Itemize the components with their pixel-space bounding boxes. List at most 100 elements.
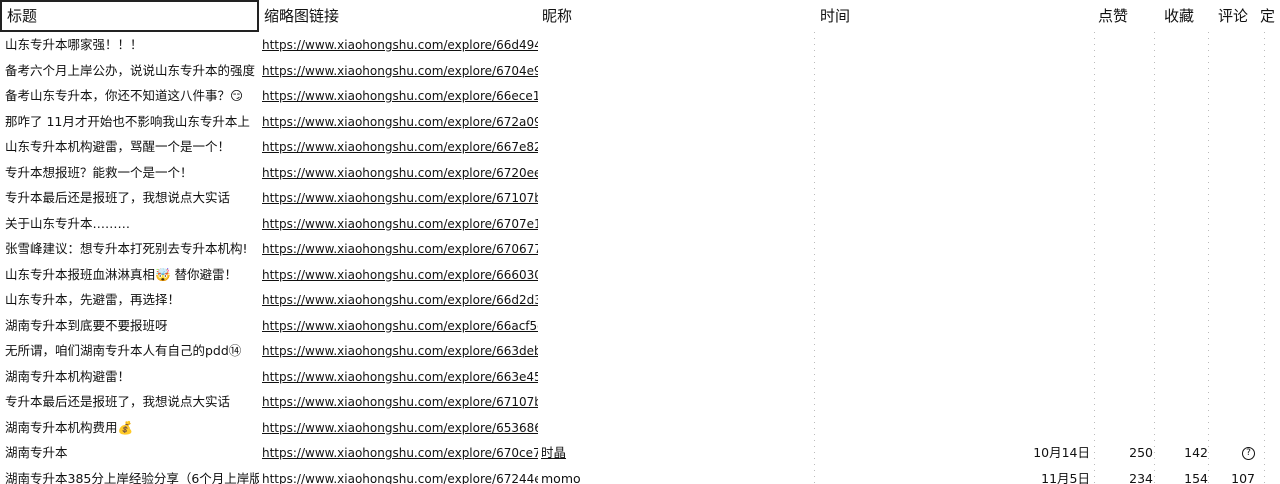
cell-nickname[interactable] — [541, 313, 811, 339]
cell-time[interactable] — [816, 364, 1090, 390]
cell-likes[interactable] — [1095, 364, 1153, 390]
cell-favorites[interactable] — [1158, 134, 1208, 160]
cell-favorites[interactable] — [1158, 109, 1208, 135]
thumbnail-link[interactable]: https://www.xiaohongshu.com/explore/663e… — [262, 370, 538, 384]
cell-comments[interactable] — [1210, 185, 1255, 211]
cell-favorites[interactable] — [1158, 262, 1208, 288]
cell-time[interactable] — [816, 262, 1090, 288]
cell-title[interactable]: 那咋了 11月才开始也不影响我山东专升本上 — [5, 109, 259, 135]
cell-likes[interactable]: 234 — [1095, 466, 1153, 484]
header-more[interactable]: 定 — [1254, 0, 1280, 32]
thumbnail-link[interactable]: https://www.xiaohongshu.com/explore/6720… — [262, 166, 538, 180]
cell-comments[interactable] — [1210, 32, 1255, 58]
cell-likes[interactable] — [1095, 58, 1153, 84]
cell-likes[interactable] — [1095, 262, 1153, 288]
cell-time[interactable] — [816, 160, 1090, 186]
cell-nickname[interactable] — [541, 83, 811, 109]
cell-likes[interactable] — [1095, 32, 1153, 58]
thumbnail-link[interactable]: https://www.xiaohongshu.com/explore/6660… — [262, 268, 538, 282]
cell-favorites[interactable] — [1158, 185, 1208, 211]
cell-link[interactable]: https://www.xiaohongshu.com/explore/6704… — [262, 58, 538, 84]
header-comments[interactable]: 评论 — [1206, 0, 1252, 32]
cell-link[interactable]: https://www.xiaohongshu.com/explore/663d… — [262, 338, 538, 364]
cell-favorites[interactable] — [1158, 211, 1208, 237]
cell-title[interactable]: 专升本想报班？能救一个是一个！ — [5, 160, 259, 186]
cell-favorites[interactable] — [1158, 58, 1208, 84]
cell-likes[interactable] — [1095, 236, 1153, 262]
cell-time[interactable] — [816, 109, 1090, 135]
thumbnail-link[interactable]: https://www.xiaohongshu.com/explore/66d4… — [262, 38, 538, 52]
cell-title[interactable]: 山东专升本机构避雷，骂醒一个是一个！ — [5, 134, 259, 160]
cell-likes[interactable] — [1095, 185, 1153, 211]
cell-comments[interactable] — [1210, 58, 1255, 84]
cell-likes[interactable] — [1095, 287, 1153, 313]
thumbnail-link[interactable]: https://www.xiaohongshu.com/explore/672a… — [262, 115, 538, 129]
cell-link[interactable]: https://www.xiaohongshu.com/explore/6710… — [262, 185, 538, 211]
cell-nickname[interactable] — [541, 58, 811, 84]
cell-comments[interactable] — [1210, 415, 1255, 441]
thumbnail-link[interactable]: https://www.xiaohongshu.com/explore/670c… — [262, 446, 538, 460]
cell-favorites[interactable] — [1158, 389, 1208, 415]
cell-title[interactable]: 湖南专升本机构避雷！ — [5, 364, 259, 390]
cell-favorites[interactable]: 154 — [1158, 466, 1208, 484]
cell-time[interactable] — [816, 287, 1090, 313]
header-link[interactable]: 缩略图链接 — [258, 0, 538, 32]
cell-likes[interactable] — [1095, 134, 1153, 160]
cell-comments[interactable] — [1210, 211, 1255, 237]
cell-link[interactable]: https://www.xiaohongshu.com/explore/6724… — [262, 466, 538, 484]
cell-time[interactable] — [816, 32, 1090, 58]
cell-comments[interactable] — [1210, 389, 1255, 415]
cell-title[interactable]: 专升本最后还是报班了，我想说点大实话 — [5, 185, 259, 211]
cell-link[interactable]: https://www.xiaohongshu.com/explore/672a… — [262, 109, 538, 135]
cell-likes[interactable] — [1095, 160, 1153, 186]
cell-nickname[interactable] — [541, 236, 811, 262]
nickname-link[interactable]: 时晶 — [541, 445, 566, 460]
cell-comments[interactable] — [1210, 83, 1255, 109]
header-nickname[interactable]: 昵称 — [536, 0, 816, 32]
thumbnail-link[interactable]: https://www.xiaohongshu.com/explore/6706… — [262, 242, 538, 256]
cell-title[interactable]: 关于山东专升本……… — [5, 211, 259, 237]
cell-title[interactable]: 山东专升本哪家强！！！ — [5, 32, 259, 58]
cell-favorites[interactable] — [1158, 364, 1208, 390]
cell-link[interactable]: https://www.xiaohongshu.com/explore/6660… — [262, 262, 538, 288]
cell-time[interactable] — [816, 338, 1090, 364]
cell-nickname[interactable] — [541, 415, 811, 441]
cell-comments[interactable] — [1210, 134, 1255, 160]
cell-comments[interactable]: ? — [1210, 440, 1255, 466]
header-favorites[interactable]: 收藏 — [1152, 0, 1198, 32]
cell-likes[interactable] — [1095, 313, 1153, 339]
thumbnail-link[interactable]: https://www.xiaohongshu.com/explore/6536… — [262, 421, 538, 435]
cell-comments[interactable] — [1210, 109, 1255, 135]
cell-comments[interactable] — [1210, 338, 1255, 364]
cell-favorites[interactable]: 142 — [1158, 440, 1208, 466]
cell-nickname[interactable] — [541, 211, 811, 237]
thumbnail-link[interactable]: https://www.xiaohongshu.com/explore/663d… — [262, 344, 538, 358]
cell-nickname[interactable] — [541, 364, 811, 390]
cell-comments[interactable] — [1210, 160, 1255, 186]
cell-likes[interactable] — [1095, 211, 1153, 237]
cell-favorites[interactable] — [1158, 415, 1208, 441]
thumbnail-link[interactable]: https://www.xiaohongshu.com/explore/667e… — [262, 140, 538, 154]
cell-time[interactable] — [816, 185, 1090, 211]
cell-nickname[interactable] — [541, 185, 811, 211]
header-title[interactable]: 标题 — [0, 0, 259, 32]
cell-likes[interactable] — [1095, 338, 1153, 364]
cell-nickname[interactable] — [541, 134, 811, 160]
cell-title[interactable]: 山东专升本报班血淋淋真相🤯 替你避雷！ — [5, 262, 259, 288]
cell-link[interactable]: https://www.xiaohongshu.com/explore/6536… — [262, 415, 538, 441]
cell-comments[interactable] — [1210, 364, 1255, 390]
cell-time[interactable] — [816, 313, 1090, 339]
cell-likes[interactable]: 250 — [1095, 440, 1153, 466]
cell-nickname[interactable] — [541, 262, 811, 288]
cell-link[interactable]: https://www.xiaohongshu.com/explore/663e… — [262, 364, 538, 390]
cell-link[interactable]: https://www.xiaohongshu.com/explore/66d4… — [262, 32, 538, 58]
cell-favorites[interactable] — [1158, 160, 1208, 186]
cell-title[interactable]: 备考山东专升本，你还不知道这八件事？😏 — [5, 83, 259, 109]
thumbnail-link[interactable]: https://www.xiaohongshu.com/explore/6710… — [262, 395, 538, 409]
thumbnail-link[interactable]: https://www.xiaohongshu.com/explore/66d2… — [262, 293, 538, 307]
cell-time[interactable]: 10月14日 — [816, 440, 1090, 466]
cell-title[interactable]: 山东专升本，先避雷，再选择！ — [5, 287, 259, 313]
cell-likes[interactable] — [1095, 83, 1153, 109]
cell-likes[interactable] — [1095, 109, 1153, 135]
cell-likes[interactable] — [1095, 415, 1153, 441]
